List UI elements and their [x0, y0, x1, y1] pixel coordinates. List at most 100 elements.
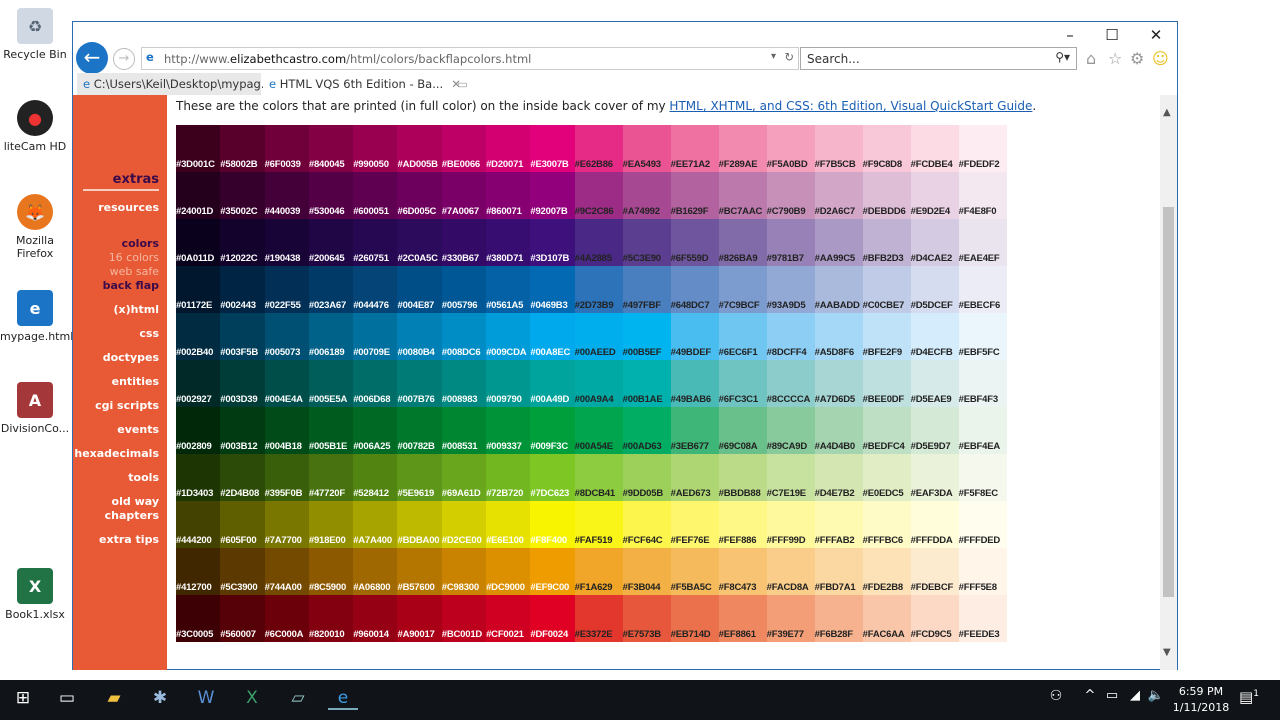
swatch-hex-label: #FFF5E8 [958, 582, 997, 593]
color-swatch: #007B76 [397, 360, 442, 407]
task-view-icon[interactable]: ▭ [52, 688, 82, 708]
search-input[interactable]: Search... ⚲▾ [800, 47, 1077, 70]
color-swatch: #005073 [264, 313, 309, 360]
maximize-button[interactable]: ☐ [1102, 26, 1122, 44]
swatch-hex-label: #A7D6D5 [814, 394, 856, 405]
sidebar-item-hexadecimals[interactable]: hexadecimals [73, 447, 159, 461]
app-icon[interactable]: ✱ [145, 688, 175, 708]
people-icon[interactable]: ⚇ [1041, 688, 1071, 704]
swatch-row: #0A011D #12022C #190438 #200645 #260751 #2C0A… [176, 219, 1008, 266]
color-swatch: #820010 [308, 595, 354, 642]
color-swatch: #BC7AAC [718, 172, 767, 219]
sidebar-item-events[interactable]: events [73, 423, 159, 437]
sidebar-item-css[interactable]: css [73, 327, 159, 341]
sidebar-item-x-html[interactable]: (x)html [73, 303, 159, 317]
swatch-hex-label: #89CA9D [766, 441, 808, 452]
scroll-down-icon[interactable]: ▼ [1163, 647, 1171, 658]
color-swatch: #0469B3 [530, 266, 575, 313]
sidebar-item-cgi-scripts[interactable]: cgi scripts [73, 399, 159, 413]
book-link[interactable]: HTML, XHTML, and CSS: 6th Edition, Visua… [669, 99, 1032, 113]
back-button[interactable]: ← [76, 42, 108, 74]
color-swatch: #D4CAE2 [910, 219, 959, 266]
color-swatch: #A06800 [353, 548, 398, 595]
color-swatch: #600051 [353, 172, 398, 219]
color-swatch: #004E4A [264, 360, 309, 407]
feedback-smiley-icon[interactable]: ☺ [1152, 49, 1169, 68]
color-swatch: #744A00 [264, 548, 309, 595]
swatch-hex-label: #92007B [530, 206, 568, 217]
clock[interactable]: 6:59 PM 1/11/2018 [1170, 684, 1232, 716]
swatch-hex-label: #8C5900 [308, 582, 347, 593]
swatch-hex-label: #EE71A2 [670, 159, 710, 170]
tab-html-vqs[interactable]: e HTML VQS 6th Edition - Ba... ✕ [263, 73, 461, 95]
color-swatch: #35002C [220, 172, 265, 219]
desktop-icon-access[interactable]: A DivisionCo... [0, 382, 70, 435]
swatch-hex-label: #EB714D [670, 629, 711, 640]
swatch-hex-label: #00B5EF [622, 347, 662, 358]
color-swatch: #002B40 [176, 313, 221, 360]
address-bar[interactable]: e http://www.elizabethcastro.com/html/co… [141, 47, 799, 70]
home-icon[interactable]: ⌂ [1086, 49, 1096, 68]
color-swatch: #FAF519 [574, 501, 623, 548]
forward-button[interactable]: → [113, 48, 135, 70]
refresh-icon[interactable]: ↻ [784, 50, 794, 64]
sidebar-item-resources[interactable]: resources [73, 201, 159, 215]
notepad-icon[interactable]: ▱ [283, 688, 313, 708]
color-swatch: #003B12 [220, 407, 265, 454]
excel-icon[interactable]: X [237, 688, 267, 708]
color-swatch: #006189 [308, 313, 354, 360]
sidebar-item-tools[interactable]: tools [73, 471, 159, 485]
internet-explorer-icon[interactable]: e [328, 688, 358, 710]
color-swatch: #7C9BCF [718, 266, 767, 313]
scrollbar-thumb[interactable] [1163, 207, 1174, 597]
desktop-icon-book1[interactable]: X Book1.xlsx [0, 568, 70, 621]
dropdown-icon[interactable]: ▾ [771, 51, 776, 62]
swatch-hex-label: #00AD63 [622, 441, 662, 452]
swatch-hex-label: #E3372E [574, 629, 613, 640]
scroll-up-icon[interactable]: ▲ [1163, 107, 1171, 118]
word-icon[interactable]: W [191, 688, 221, 708]
color-swatch: #5E9619 [397, 454, 442, 501]
color-swatch: #5C3900 [220, 548, 265, 595]
color-swatch: #412700 [176, 548, 221, 595]
volume-muted-icon[interactable]: 🔈 [1141, 688, 1171, 703]
swatch-hex-label: #7C9BCF [718, 300, 760, 311]
swatch-hex-label: #380D71 [486, 253, 524, 264]
color-swatch: #F5BA5C [670, 548, 719, 595]
swatch-hex-label: #D4CAE2 [910, 253, 953, 264]
minimize-button[interactable]: – [1060, 26, 1080, 44]
sidebar-item-back-flap[interactable]: back flap [73, 279, 159, 293]
vertical-scrollbar[interactable]: ▲ ▼ [1160, 95, 1177, 670]
tab-mypage[interactable]: e C:\Users\Keil\Desktop\mypag... [77, 73, 272, 95]
sidebar-item-extra-tips[interactable]: extra tips [73, 533, 159, 547]
close-button[interactable]: ✕ [1146, 26, 1166, 44]
favorites-star-icon[interactable]: ☆ [1108, 49, 1122, 68]
color-swatch: #C790B9 [766, 172, 815, 219]
swatch-hex-label: #F6B28F [814, 629, 853, 640]
action-center-icon[interactable]: ▤1 [1234, 688, 1264, 706]
file-explorer-icon[interactable]: ▰ [99, 688, 129, 708]
sidebar-item-entities[interactable]: entities [73, 375, 159, 389]
sidebar-item-old-way-chapters[interactable]: old way chapters [73, 495, 159, 523]
swatch-hex-label: #35002C [220, 206, 258, 217]
swatch-hex-label: #EA5493 [622, 159, 661, 170]
desktop-icon-firefox[interactable]: 🦊 Mozilla Firefox [0, 194, 70, 260]
desktop-icon-recycle-bin[interactable]: ♻ Recycle Bin [0, 8, 70, 61]
search-icon[interactable]: ⚲▾ [1055, 50, 1070, 64]
sidebar-item-doctypes[interactable]: doctypes [73, 351, 159, 365]
swatch-hex-label: #860071 [486, 206, 522, 217]
swatch-hex-label: #260751 [353, 253, 389, 264]
sidebar-item-16-colors[interactable]: 16 colors [73, 251, 159, 265]
color-swatch: #D5E9D7 [910, 407, 959, 454]
start-windows-icon[interactable]: ⊞ [8, 688, 38, 708]
swatch-hex-label: #9C2C86 [574, 206, 614, 217]
color-swatch: #006D68 [353, 360, 398, 407]
settings-gear-icon[interactable]: ⚙ [1130, 49, 1144, 68]
color-swatch: #2C0A5C [397, 219, 442, 266]
sidebar-item-web-safe[interactable]: web safe [73, 265, 159, 279]
new-tab-button[interactable]: ▭ [451, 73, 471, 95]
desktop-icon-litecam[interactable]: ● liteCam HD [0, 100, 70, 153]
swatch-hex-label: #004E4A [264, 394, 303, 405]
sidebar-item-colors[interactable]: colors [73, 237, 159, 251]
desktop-icon-mypage[interactable]: e mypage.html [0, 290, 73, 343]
